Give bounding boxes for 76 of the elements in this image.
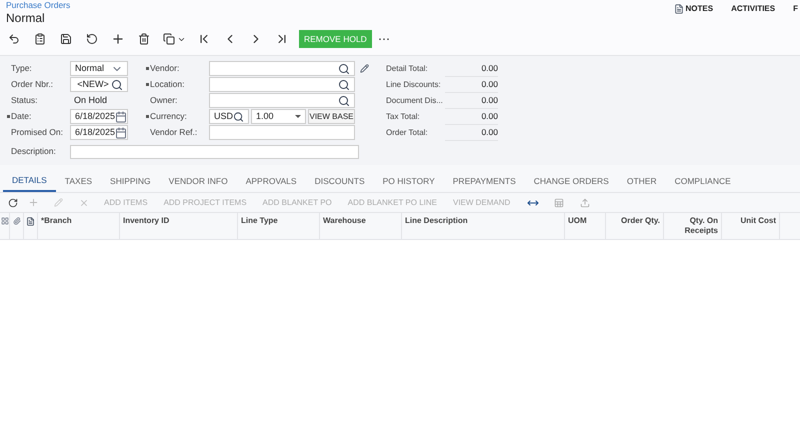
breadcrumb-link[interactable]: Purchase Orders — [6, 0, 70, 11]
column-header[interactable]: Unit Cost — [740, 216, 776, 239]
input-field[interactable]: Normal — [70, 61, 128, 76]
search-icon — [338, 78, 350, 90]
required-icon — [146, 115, 148, 118]
currency-field[interactable]: USD — [209, 109, 249, 124]
note-icon — [26, 217, 35, 226]
input-field[interactable] — [209, 61, 355, 76]
field-label: Currency: — [150, 110, 188, 123]
input-field[interactable] — [209, 93, 355, 108]
field-label: Promised On: — [11, 126, 64, 139]
field-label: Owner: — [150, 94, 178, 107]
calendar-icon — [115, 126, 128, 138]
field-label: Location: — [150, 78, 186, 91]
input-field[interactable] — [209, 125, 355, 140]
field-label: Order Nbr.: — [11, 78, 54, 91]
field-label: Vendor: — [150, 62, 180, 75]
field-label: Vendor Ref.: — [150, 126, 198, 139]
tab[interactable]: TAXES — [56, 170, 102, 192]
column-header[interactable]: *Branch — [41, 216, 72, 239]
search-icon — [111, 78, 123, 90]
search-icon — [338, 62, 350, 74]
total-value: 0.00 — [444, 125, 498, 141]
total-label: Order Total: — [386, 127, 429, 139]
column-header[interactable]: Qty. On Receipts — [667, 216, 718, 239]
field-label: Type: — [11, 62, 33, 75]
tab[interactable]: OTHER — [618, 170, 666, 192]
header-link[interactable]: ACTIVITIES — [731, 3, 776, 15]
page-title: Normal — [6, 11, 46, 25]
column-header[interactable]: Line Description — [405, 216, 468, 239]
view-base-button[interactable]: VIEW BASE — [308, 109, 355, 124]
input-field[interactable]: <NEW> — [70, 77, 128, 92]
field-label: Date: — [11, 110, 32, 123]
total-label: Line Discounts: — [386, 79, 442, 91]
total-value: 0.00 — [444, 109, 498, 125]
column-header[interactable]: Warehouse — [323, 216, 366, 239]
edit-icon[interactable] — [360, 64, 369, 73]
column-header[interactable]: Order Qty. — [621, 216, 660, 239]
tab[interactable]: PREPAYMENTS — [444, 170, 525, 192]
total-value: 0.00 — [444, 93, 498, 109]
note-icon — [674, 4, 684, 14]
input-field[interactable]: 6/18/2025 — [70, 109, 128, 124]
search-icon — [338, 94, 350, 106]
total-value: 0.00 — [444, 77, 498, 93]
required-icon — [6, 115, 10, 118]
description-field[interactable] — [70, 144, 359, 158]
tab[interactable]: DISCOUNTS — [306, 170, 374, 192]
field-label: Description: — [11, 145, 57, 158]
tab[interactable]: COMPLIANCE — [666, 170, 740, 192]
calendar-icon — [115, 110, 128, 122]
status-value: On Hold — [73, 94, 108, 107]
tab[interactable]: VENDOR INFO — [160, 170, 237, 192]
attachment-icon — [12, 217, 20, 225]
total-value: 0.00 — [444, 61, 498, 77]
column-header[interactable]: Inventory ID — [123, 216, 170, 239]
total-label: Document Dis... — [386, 95, 444, 107]
tab[interactable]: PO HISTORY — [374, 170, 444, 192]
required-icon — [146, 67, 148, 70]
field-label: Status: — [11, 94, 38, 107]
input-field[interactable]: 6/18/2025 — [70, 125, 128, 140]
column-header[interactable]: UOM — [568, 216, 587, 239]
input-field[interactable] — [209, 77, 355, 92]
search-icon — [233, 110, 244, 122]
header-link[interactable]: NOTES — [674, 3, 714, 15]
grid-settings-icon[interactable] — [0, 217, 8, 225]
tab[interactable]: CHANGE ORDERS — [524, 170, 618, 192]
total-label: Detail Total: — [386, 63, 429, 75]
tab[interactable]: SHIPPING — [101, 170, 160, 192]
header-link[interactable]: F — [793, 3, 798, 15]
rate-field[interactable]: 1.00 — [251, 109, 306, 124]
required-icon — [146, 83, 148, 86]
total-label: Tax Total: — [386, 111, 421, 123]
dropdown-icon — [295, 115, 301, 118]
tab[interactable]: APPROVALS — [236, 170, 306, 192]
more-button[interactable]: ⋯ — [378, 30, 390, 48]
column-header[interactable]: Line Type — [241, 216, 278, 239]
